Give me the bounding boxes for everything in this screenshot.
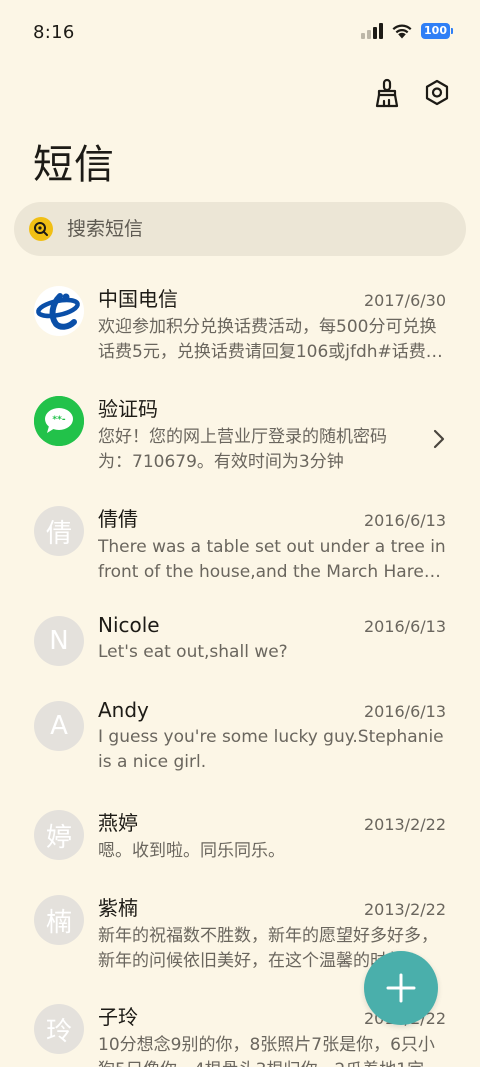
chevron-right-icon <box>433 429 445 449</box>
header-actions <box>372 78 452 108</box>
message-preview: Let's eat out,shall we? <box>98 642 288 662</box>
signal-icon <box>361 23 384 39</box>
message-date: 2016/6/13 <box>363 511 446 530</box>
avatar: 玲 <box>34 1004 84 1054</box>
page-title: 短信 <box>33 142 115 188</box>
conversation-row[interactable]: 倩 倩倩 2016/6/13 There was a table set out… <box>0 482 480 592</box>
message-date: 2013/2/22 <box>363 815 446 834</box>
message-preview: There was a table set out under a tree i… <box>98 537 446 582</box>
search-bar[interactable] <box>14 202 466 256</box>
message-preview: 欢迎参加积分兑换话费活动，每500分可兑换话费5元，兑换话费请回复106或jfd… <box>98 317 443 362</box>
avatar: N <box>34 616 84 666</box>
contact-name: 子玲 <box>98 1005 138 1029</box>
message-preview: 10分想念9别的你，8张照片7张是你，6只小狗5只像你，4根骨头3根归你，2爪着… <box>98 1035 435 1067</box>
messages-screen: 8:16 100 短信 搜索短信 中国电信 2017/6/30 欢迎参加积分兑换… <box>0 0 480 1067</box>
message-app-logo: **- <box>34 396 84 446</box>
message-date: 2016/6/13 <box>363 702 446 721</box>
broom-icon[interactable] <box>372 78 402 108</box>
status-icons: 100 <box>361 23 453 39</box>
contact-name: 倩倩 <box>98 507 138 531</box>
contact-name: 验证码 <box>98 397 158 421</box>
plus-icon <box>386 973 416 1003</box>
contact-name: 中国电信 <box>98 287 178 311</box>
conversation-row[interactable]: N Nicole 2016/6/13 Let's eat out,shall w… <box>0 592 480 677</box>
contact-name: Andy <box>98 698 149 722</box>
svg-text:**-: **- <box>52 415 65 425</box>
message-preview: 您好！您的网上营业厅登录的随机密码为：710679。有效时间为3分钟 <box>98 427 387 472</box>
conversation-row[interactable]: 婷 燕婷 2013/2/22 嗯。收到啦。同乐同乐。 <box>0 786 480 871</box>
settings-icon[interactable] <box>422 78 452 108</box>
avatar: A <box>34 701 84 751</box>
conversation-list: 中国电信 2017/6/30 欢迎参加积分兑换话费活动，每500分可兑换话费5元… <box>0 262 480 1067</box>
avatar: 婷 <box>34 810 84 860</box>
message-date: 2013/2/22 <box>363 900 446 919</box>
conversation-row[interactable]: A Andy 2016/6/13 I guess you're some luc… <box>0 677 480 786</box>
conversation-row[interactable]: 中国电信 2017/6/30 欢迎参加积分兑换话费活动，每500分可兑换话费5元… <box>0 262 480 372</box>
avatar: 楠 <box>34 895 84 945</box>
search-icon <box>29 217 53 241</box>
avatar: 倩 <box>34 506 84 556</box>
message-preview: I guess you're some lucky guy.Stephanie … <box>98 727 444 772</box>
contact-name: Nicole <box>98 613 160 637</box>
search-input[interactable] <box>65 217 429 241</box>
wifi-icon <box>392 24 412 39</box>
message-preview: 嗯。收到啦。同乐同乐。 <box>98 841 285 861</box>
new-message-button[interactable] <box>364 951 438 1025</box>
battery-icon: 100 <box>421 23 453 39</box>
message-date: 2016/6/13 <box>363 617 446 636</box>
status-time: 8:16 <box>33 22 75 43</box>
contact-name: 燕婷 <box>98 811 138 835</box>
status-bar: 8:16 100 <box>0 0 480 68</box>
conversation-row[interactable]: **- 验证码 您好！您的网上营业厅登录的随机密码为：710679。有效时间为3… <box>0 372 480 482</box>
china-telecom-logo <box>34 286 84 336</box>
message-date: 2017/6/30 <box>363 291 446 310</box>
contact-name: 紫楠 <box>98 896 138 920</box>
